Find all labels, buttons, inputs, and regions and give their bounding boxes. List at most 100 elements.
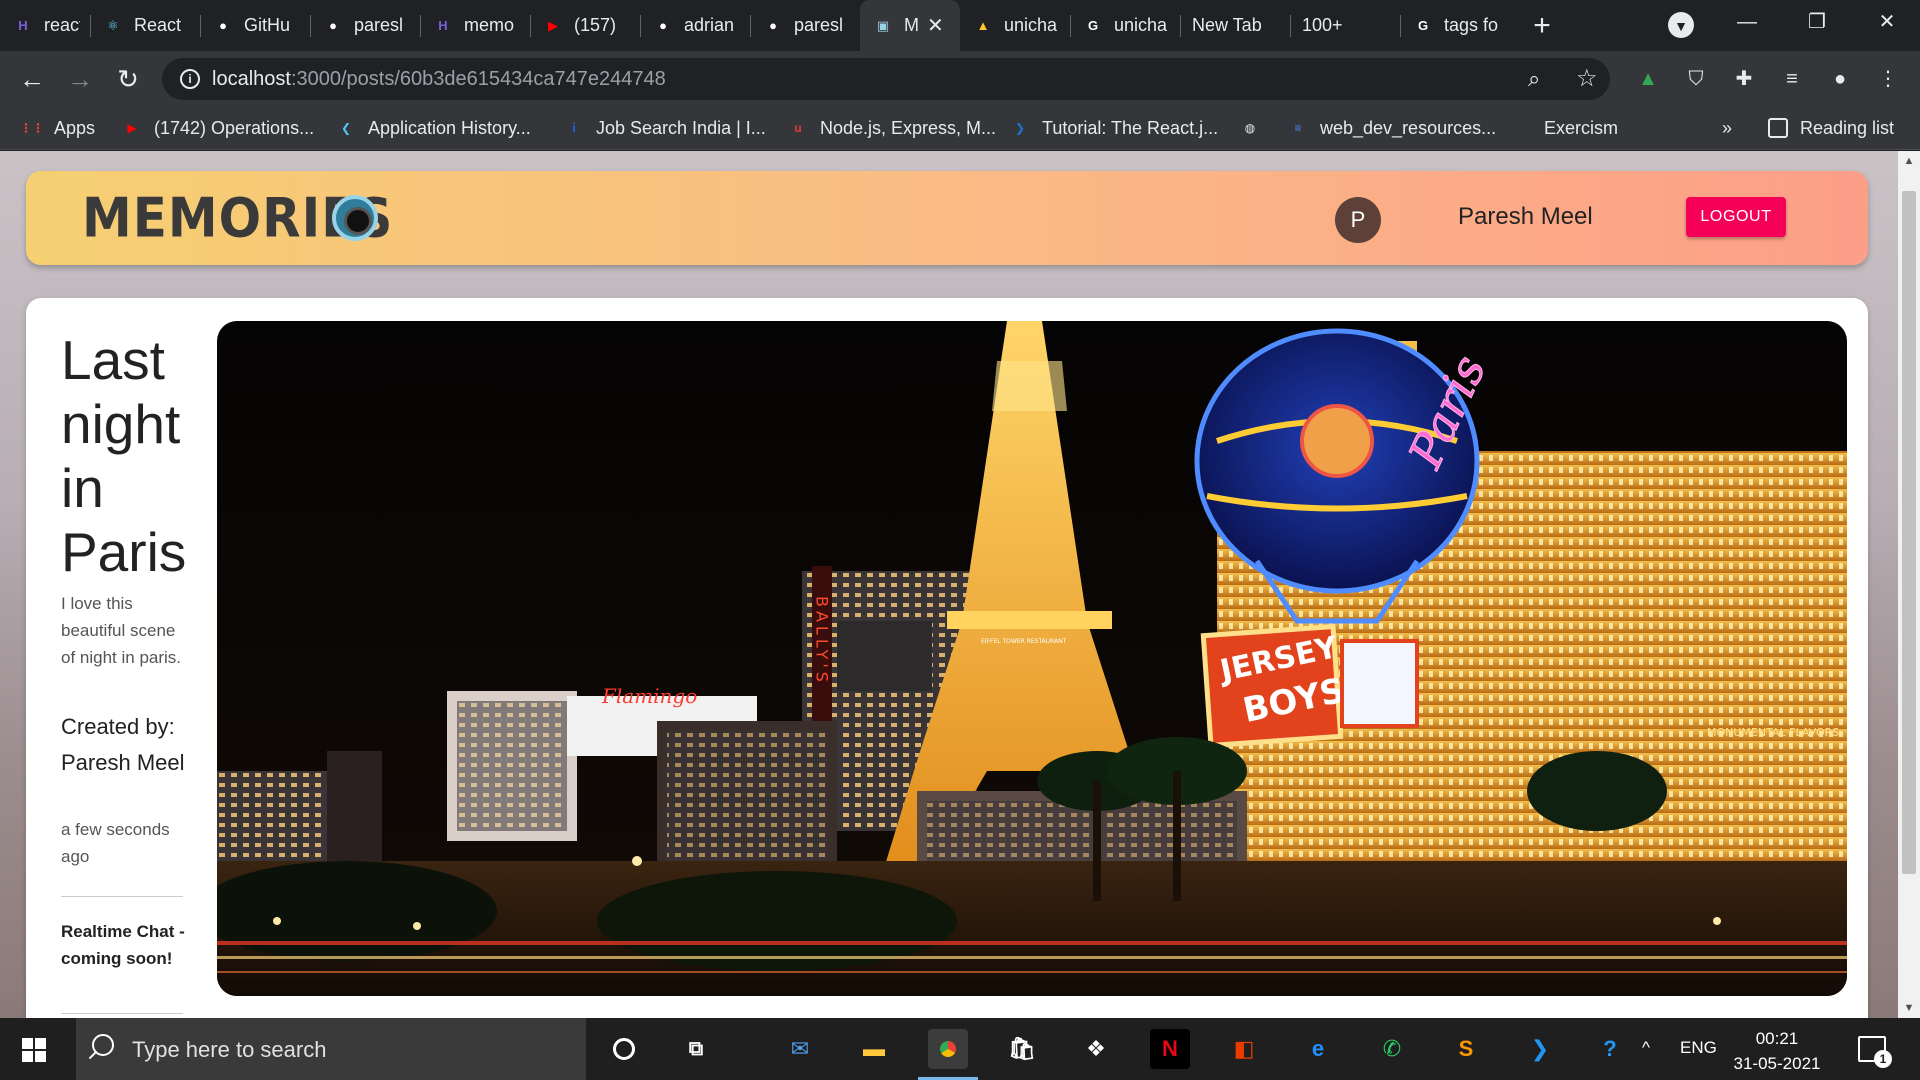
tower-restaurant-sign: EIFFEL TOWER RESTAURANT [981,638,1067,645]
minimize-icon[interactable]: — [1712,0,1782,44]
browser-tab[interactable]: Gtags fo [1400,0,1518,51]
docs-icon: ≡ [1294,121,1302,135]
bookmark-item[interactable]: i Job Search India | I... [564,116,765,140]
tab-search-icon[interactable]: ▼ [1668,12,1694,38]
vscode-icon[interactable]: ❯ [1520,1029,1560,1069]
profile-icon[interactable]: ● [1826,65,1854,93]
browser-tab[interactable]: Hmemo [420,0,530,51]
light-streak [217,971,1847,973]
browser-tab[interactable]: ▶ (157) [530,0,640,51]
logout-button[interactable]: LOGOUT [1686,197,1786,237]
mid-casino-windows [667,731,827,861]
whatsapp-icon[interactable]: ✆ [1372,1029,1412,1069]
task-view-icon[interactable]: ⧉ [676,1029,716,1069]
indeed-icon: i [572,121,576,135]
bookmark-item[interactable]: ❯ Tutorial: The React.j... [1010,116,1218,140]
youtube-icon: ▶ [127,121,137,135]
globe-icon: ◍ [1244,121,1256,135]
bookmark-item[interactable]: ◍ [1240,116,1272,140]
avatar[interactable]: P [1335,197,1381,243]
street-light [632,856,642,866]
bookmark-item[interactable]: ▶ (1742) Operations... [122,116,314,140]
scroll-down-icon[interactable]: ▼ [1898,998,1920,1018]
more-bookmarks-icon[interactable]: » [1722,116,1732,140]
react-bookmark-icon: ❯ [1014,121,1026,135]
clock[interactable]: 00:21 31-05-2021 [1722,1026,1832,1076]
post-message: I love this beautiful scene of night in … [61,594,182,667]
bookmark-item[interactable]: u Node.js, Express, M... [788,116,996,140]
back-arrow-icon[interactable]: ← [16,63,48,95]
help-icon[interactable]: ? [1590,1029,1630,1069]
tail-light-streak [217,941,1847,945]
apps-grid-icon: ⋮⋮ [20,121,44,135]
street-light [1713,917,1721,925]
scroll-up-icon[interactable]: ▲ [1898,151,1920,171]
react-icon: ⚛ [107,17,119,33]
browser-tab[interactable]: New Tab [1180,0,1290,51]
store-icon[interactable]: 🛍 [1002,1029,1042,1069]
post-author: Created by: Paresh Meel [61,714,185,775]
edge-icon[interactable]: e [1298,1029,1338,1069]
url-text[interactable]: localhost:3000/posts/60b3de615434ca747e2… [212,68,666,91]
show-hidden-icons-icon[interactable]: ^ [1642,1038,1650,1058]
tab-title: unicha [1114,15,1168,35]
cortana-icon[interactable] [604,1029,644,1069]
memories-icon: ▣ [876,17,890,33]
address-bar[interactable]: i localhost:3000/posts/60b3de615434ca747… [162,58,1610,100]
sublime-text-icon[interactable]: S [1446,1029,1486,1069]
chrome-menu-icon[interactable]: ⋮ [1874,65,1902,93]
scrollbar-thumb[interactable] [1902,191,1916,874]
close-window-icon[interactable]: ✕ [1852,0,1920,44]
close-tab-icon[interactable]: ✕ [927,13,944,38]
new-tab-button[interactable]: + [1518,9,1566,43]
ballys-sign: BALLY'S [813,596,832,686]
restore-icon[interactable]: ❐ [1782,0,1852,44]
google-drive-icon[interactable]: ▲ [1634,65,1662,93]
bookmark-item[interactable]: ⋮⋮ Apps [20,116,95,140]
browser-tab[interactable]: ● GitHu [200,0,310,51]
site-info-icon[interactable]: i [180,69,200,89]
browser-tab[interactable]: ▲ unicha [960,0,1070,51]
reload-icon[interactable]: ↻ [112,63,144,95]
clock-time: 00:21 [1755,1029,1799,1048]
reading-list-label: Reading list [1800,117,1895,138]
windows-taskbar: Type here to search ⧉ ✉ ▬ 🛍 ❖ N ◧ e ✆ S … [0,1018,1920,1080]
browser-tab[interactable]: ● adrian [640,0,750,51]
netflix-icon[interactable]: N [1150,1029,1190,1069]
tab-title: memo [464,15,515,35]
dropbox-icon[interactable]: ❖ [1076,1029,1116,1069]
monumental-sign: MONUMENTAL FLAVORS [1707,726,1839,739]
zoom-icon[interactable]: ⌕ [1528,66,1540,92]
browser-tab[interactable]: 100+ [1290,0,1400,51]
browser-tab[interactable]: ▣ M ✕ [860,0,960,51]
memories-logo-icon [332,195,378,241]
browser-tab[interactable]: ⚛ React [90,0,200,51]
browser-tab[interactable]: ● paresl [750,0,860,51]
head-light-streak [217,956,1847,959]
bookmark-item[interactable]: ≡ web_dev_resources... [1288,116,1496,140]
search-placeholder: Type here to search [132,1037,327,1062]
shield-extension-icon[interactable]: ⛉ [1682,65,1710,93]
windows-start-icon[interactable] [22,1038,46,1062]
browser-tab[interactable]: Hreact- [0,0,90,51]
bookmark-item[interactable]: {·} Exercism [1512,116,1618,140]
taskbar-search-box[interactable]: Type here to search [76,1018,586,1080]
user-name: Paresh Meel [1458,203,1593,230]
notification-icon[interactable]: 1 [1858,1036,1892,1068]
page-scrollbar[interactable]: ▲ ▼ [1898,151,1920,1018]
bookmark-star-icon[interactable]: ☆ [1576,64,1598,93]
bookmark-item[interactable]: ❮ Application History... [336,116,531,140]
language-indicator[interactable]: ENG [1680,1038,1717,1058]
office-icon[interactable]: ◧ [1224,1029,1264,1069]
file-explorer-icon[interactable]: ▬ [854,1029,894,1069]
forward-arrow-icon[interactable]: → [64,63,96,95]
browser-toolbar: ← → ↻ i localhost:3000/posts/60b3de61543… [0,51,1920,106]
mail-icon[interactable]: ✉ [780,1029,820,1069]
browser-tab[interactable]: Gunicha [1070,0,1180,51]
media-queue-icon[interactable]: ≡ [1778,65,1806,93]
chrome-icon[interactable] [918,1029,978,1080]
browser-tab[interactable]: ● paresl [310,0,420,51]
tab-title: New Tab [1192,15,1262,35]
extensions-puzzle-icon[interactable]: ✚ [1730,65,1758,93]
reading-list-button[interactable]: Reading list [1768,116,1894,140]
